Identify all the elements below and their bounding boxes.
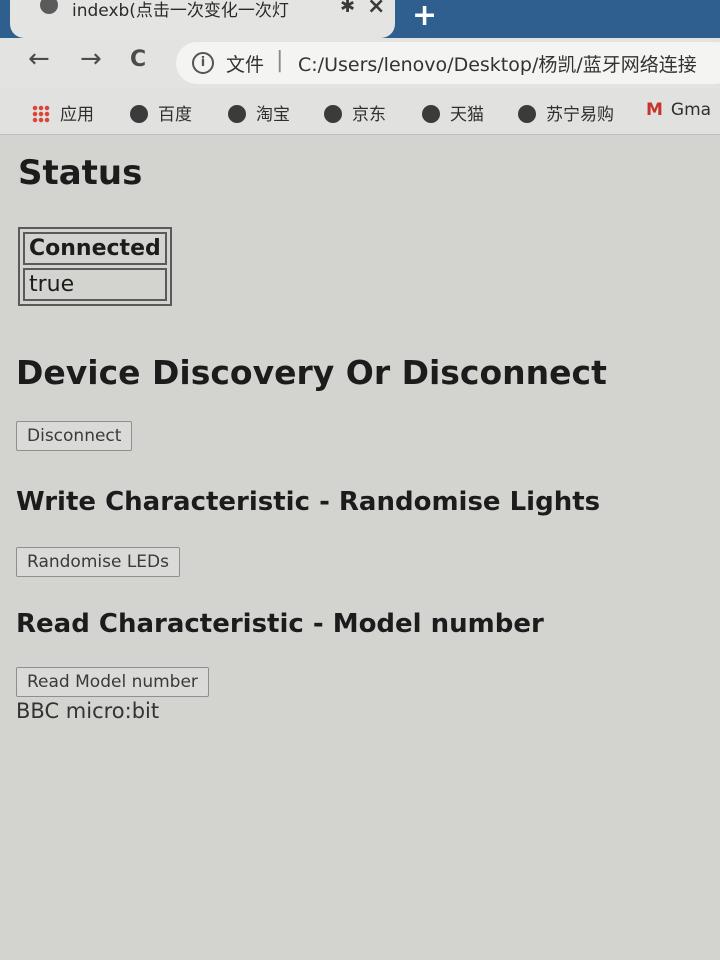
- bookmark-gmail[interactable]: M Gma: [646, 100, 711, 120]
- globe-icon: [130, 105, 148, 123]
- bookmark-tmall[interactable]: 天猫: [422, 100, 484, 125]
- status-table-value: true: [23, 268, 167, 301]
- randomise-leds-button[interactable]: Randomise LEDs: [16, 547, 180, 577]
- gmail-icon: M: [646, 100, 663, 120]
- globe-icon: [518, 105, 536, 123]
- page-favicon-icon: [40, 0, 58, 14]
- bookmark-apps[interactable]: 应用: [32, 100, 94, 125]
- address-separator: |: [276, 48, 284, 73]
- status-heading: Status: [18, 153, 143, 193]
- apps-grid-icon: [32, 105, 50, 123]
- tab-close-icon[interactable]: ×: [367, 0, 385, 19]
- bookmark-baidu[interactable]: 百度: [130, 100, 192, 125]
- browser-tab[interactable]: indexb(点击一次变化一次灯 ✱ ×: [10, 0, 395, 38]
- browser-toolbar: ← → C i 文件 | C:/Users/lenovo/Desktop/杨凯/…: [0, 38, 720, 88]
- read-model-number-button[interactable]: Read Model number: [16, 667, 209, 697]
- address-bar[interactable]: i 文件 | C:/Users/lenovo/Desktop/杨凯/蓝牙网络连接: [176, 42, 720, 84]
- bluetooth-icon: ✱: [340, 0, 356, 17]
- bookmark-taobao[interactable]: 淘宝: [228, 100, 290, 125]
- bookmark-suning[interactable]: 苏宁易购: [518, 100, 614, 125]
- status-table-header: Connected: [23, 232, 167, 265]
- status-table: Connected true: [18, 227, 172, 306]
- bookmarks-bar: 应用 百度 淘宝 京东 天猫 苏宁易购 M Gma: [0, 88, 720, 135]
- address-url[interactable]: C:/Users/lenovo/Desktop/杨凯/蓝牙网络连接: [298, 50, 697, 77]
- globe-icon: [324, 105, 342, 123]
- discovery-heading: Device Discovery Or Disconnect: [16, 353, 607, 392]
- forward-button[interactable]: →: [80, 44, 102, 74]
- read-characteristic-heading: Read Characteristic - Model number: [16, 609, 544, 639]
- disconnect-button[interactable]: Disconnect: [16, 421, 133, 451]
- info-icon[interactable]: i: [192, 52, 214, 74]
- back-button[interactable]: ←: [28, 44, 50, 74]
- tab-strip: indexb(点击一次变化一次灯 ✱ × +: [0, 0, 720, 38]
- address-scheme-label: 文件: [226, 54, 265, 76]
- globe-icon: [228, 105, 246, 123]
- model-number-result: BBC micro:bit: [16, 699, 160, 723]
- reload-button[interactable]: C: [130, 47, 146, 72]
- page-content: Status Connected true Device Discovery O…: [0, 135, 720, 960]
- bookmark-jd[interactable]: 京东: [324, 100, 386, 125]
- new-tab-button[interactable]: +: [412, 0, 437, 33]
- tab-title: indexb(点击一次变化一次灯: [72, 1, 289, 21]
- globe-icon: [422, 105, 440, 123]
- write-characteristic-heading: Write Characteristic - Randomise Lights: [16, 487, 601, 517]
